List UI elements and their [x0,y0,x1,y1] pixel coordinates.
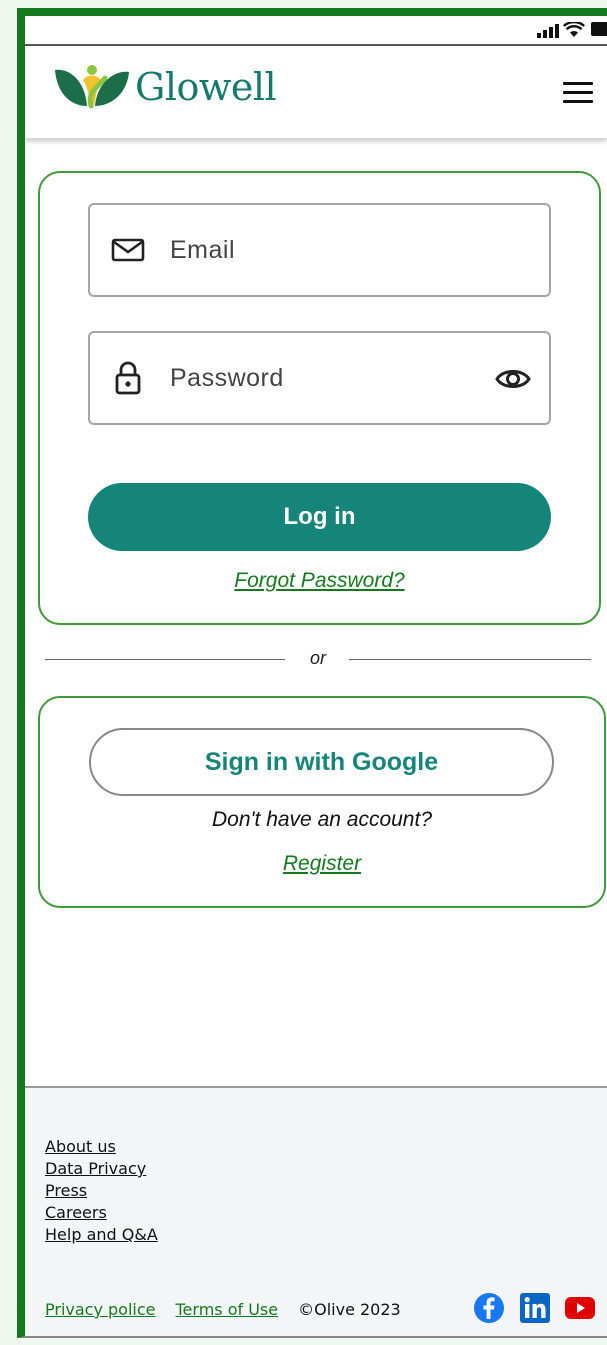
footer-link-data-privacy[interactable]: Data Privacy [45,1158,158,1180]
password-field[interactable]: Password [88,331,551,425]
battery-icon [591,22,607,36]
social-links [473,1292,595,1324]
email-placeholder: Email [170,235,236,264]
divider-line-right [349,659,591,660]
signal-icon [537,24,559,38]
login-card: Email Password Log in Forgot Password? [38,171,601,625]
wifi-icon [563,22,585,37]
google-signin-button[interactable]: Sign in with Google [89,728,554,796]
footer-link-about[interactable]: About us [45,1136,158,1158]
brand-name: Glowell [135,65,277,109]
facebook-icon[interactable] [473,1292,505,1324]
mail-icon [111,238,145,262]
status-bar [25,16,607,46]
privacy-policy-link[interactable]: Privacy police [45,1300,156,1319]
email-field[interactable]: Email [88,203,551,297]
app-header: Glowell [25,48,607,138]
password-placeholder: Password [170,363,284,392]
signup-card: Sign in with Google Don't have an accoun… [38,696,606,908]
no-account-text: Don't have an account? [212,808,432,831]
login-button[interactable]: Log in [88,483,551,551]
or-divider: or [45,648,591,672]
footer-links: About us Data Privacy Press Careers Help… [45,1136,158,1246]
footer-link-help[interactable]: Help and Q&A [45,1224,158,1246]
brand-logo[interactable]: Glowell [53,62,277,112]
show-password-icon[interactable] [495,363,531,395]
footer-legal: Privacy police Terms of Use ©Olive 2023 [45,1300,401,1319]
footer-link-press[interactable]: Press [45,1180,158,1202]
footer-link-careers[interactable]: Careers [45,1202,158,1224]
phone-screen: Glowell Email Password Log in Forgot Pas… [17,8,607,1338]
lock-icon [115,361,141,395]
linkedin-icon[interactable] [519,1292,551,1324]
youtube-icon[interactable] [565,1297,595,1319]
page-footer: About us Data Privacy Press Careers Help… [25,1086,607,1336]
forgot-password-link[interactable]: Forgot Password? [40,569,599,593]
menu-icon[interactable] [563,82,593,104]
register-link[interactable]: Register [40,852,604,876]
copyright-text: ©Olive 2023 [298,1300,401,1319]
terms-of-use-link[interactable]: Terms of Use [176,1300,279,1319]
leaf-logo-icon [55,65,129,109]
